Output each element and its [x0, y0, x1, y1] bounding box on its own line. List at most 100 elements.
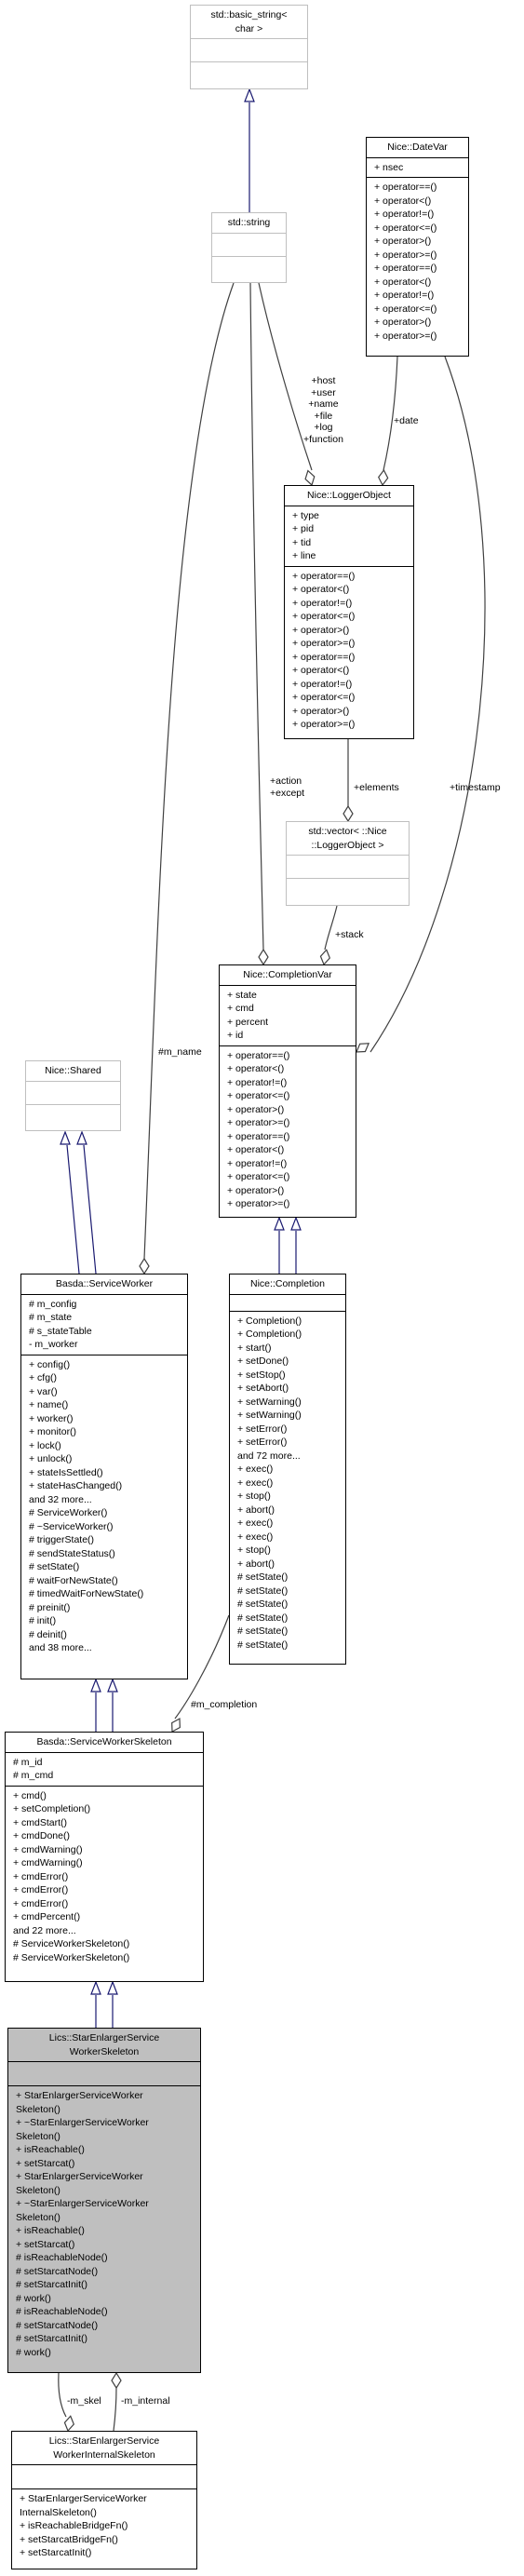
- class-basda-serviceworker[interactable]: Basda::ServiceWorker # m_config # m_state…: [20, 1274, 188, 1679]
- member[interactable]: # setState(): [237, 1639, 340, 1652]
- class-std-vector-loggerobject[interactable]: std::vector< ::Nice ::LoggerObject >: [286, 821, 410, 906]
- member[interactable]: + id: [227, 1029, 350, 1043]
- member[interactable]: # m_cmd: [13, 1769, 197, 1783]
- member[interactable]: + monitor(): [29, 1425, 181, 1439]
- member[interactable]: + stop(): [237, 1490, 340, 1504]
- member[interactable]: # ServiceWorkerSkeleton(): [13, 1951, 197, 1965]
- member[interactable]: + StarEnlargerServiceWorker: [16, 2170, 195, 2184]
- member[interactable]: + start(): [237, 1342, 340, 1355]
- member[interactable]: + operator>=(): [374, 330, 463, 344]
- member[interactable]: # m_state: [29, 1311, 181, 1325]
- class-nice-completionvar[interactable]: Nice::CompletionVar + state + cmd + percen…: [219, 964, 356, 1218]
- member[interactable]: + name(): [29, 1398, 181, 1412]
- member[interactable]: + Completion(): [237, 1315, 340, 1328]
- member[interactable]: # waitForNewState(): [29, 1574, 181, 1588]
- member[interactable]: + operator<=(): [374, 303, 463, 317]
- member[interactable]: + operator>(): [227, 1184, 350, 1198]
- member[interactable]: + operator<(): [374, 195, 463, 209]
- member[interactable]: # sendStateStatus(): [29, 1547, 181, 1561]
- member[interactable]: + operator!=(): [374, 289, 463, 303]
- member[interactable]: + config(): [29, 1358, 181, 1372]
- class-nice-shared[interactable]: Nice::Shared: [25, 1060, 121, 1131]
- class-std-basic-string[interactable]: std::basic_string< char >: [190, 5, 308, 89]
- member[interactable]: + operator<=(): [292, 610, 408, 624]
- member[interactable]: + operator<(): [292, 583, 408, 597]
- member[interactable]: + setStarcat(): [16, 2238, 195, 2252]
- member[interactable]: + operator>=(): [374, 249, 463, 263]
- member[interactable]: # timedWaitForNewState(): [29, 1587, 181, 1601]
- member[interactable]: + operator>=(): [292, 637, 408, 651]
- member[interactable]: + isReachable(): [16, 2143, 195, 2157]
- member[interactable]: + setError(): [237, 1436, 340, 1450]
- member[interactable]: # setState(): [29, 1560, 181, 1574]
- member[interactable]: + tid: [292, 536, 408, 550]
- member[interactable]: # ServiceWorker(): [29, 1506, 181, 1520]
- member[interactable]: and 38 more...: [29, 1641, 181, 1655]
- member[interactable]: + cmdWarning(): [13, 1856, 197, 1870]
- member[interactable]: + abort(): [237, 1504, 340, 1517]
- member[interactable]: + exec(): [237, 1517, 340, 1531]
- member[interactable]: + stop(): [237, 1544, 340, 1558]
- member[interactable]: # s_stateTable: [29, 1325, 181, 1339]
- class-nice-datevar[interactable]: Nice::DateVar + nsec + operator==() + ope…: [366, 137, 469, 357]
- member[interactable]: + lock(): [29, 1439, 181, 1453]
- member[interactable]: + operator<=(): [374, 222, 463, 236]
- member[interactable]: + operator<=(): [292, 691, 408, 705]
- member[interactable]: # preinit(): [29, 1601, 181, 1615]
- member[interactable]: + operator>(): [227, 1103, 350, 1117]
- member[interactable]: + stateIsSettled(): [29, 1466, 181, 1480]
- member[interactable]: + operator<=(): [227, 1089, 350, 1103]
- member[interactable]: + exec(): [237, 1531, 340, 1544]
- member[interactable]: # deinit(): [29, 1628, 181, 1642]
- member[interactable]: + operator<(): [292, 664, 408, 678]
- member[interactable]: # setState(): [237, 1585, 340, 1598]
- member[interactable]: # setState(): [237, 1612, 340, 1625]
- class-lics-starenlargerserviceworkerinternalskeleton[interactable]: Lics::StarEnlargerService WorkerInternal…: [11, 2431, 197, 2569]
- member[interactable]: # setState(): [237, 1571, 340, 1585]
- member[interactable]: + setDone(): [237, 1355, 340, 1369]
- member[interactable]: + isReachableBridgeFn(): [20, 2519, 191, 2533]
- member[interactable]: + operator==(): [292, 570, 408, 584]
- member[interactable]: + operator<(): [227, 1143, 350, 1157]
- member[interactable]: + state: [227, 989, 350, 1003]
- member[interactable]: # setStarcatInit(): [16, 2332, 195, 2346]
- member[interactable]: # setStarcatNode(): [16, 2319, 195, 2333]
- member[interactable]: + cmdError(): [13, 1870, 197, 1884]
- member[interactable]: # work(): [16, 2292, 195, 2306]
- member[interactable]: + operator<(): [227, 1062, 350, 1076]
- member[interactable]: + operator==(): [374, 262, 463, 276]
- member[interactable]: + operator>(): [374, 316, 463, 330]
- class-basda-serviceworkerskeleton[interactable]: Basda::ServiceWorkerSkeleton # m_id # m_c…: [5, 1732, 204, 1982]
- class-nice-loggerobject[interactable]: Nice::LoggerObject + type + pid + tid + lin…: [284, 485, 414, 739]
- member[interactable]: + operator<=(): [227, 1170, 350, 1184]
- member[interactable]: + operator>=(): [227, 1197, 350, 1211]
- member[interactable]: + setStop(): [237, 1369, 340, 1382]
- member[interactable]: + cmdWarning(): [13, 1843, 197, 1857]
- member[interactable]: + Completion(): [237, 1328, 340, 1342]
- member[interactable]: + cmdStart(): [13, 1816, 197, 1830]
- member[interactable]: # work(): [16, 2346, 195, 2360]
- member[interactable]: # setState(): [237, 1598, 340, 1612]
- class-lics-starenlargerserviceworkerskeleton[interactable]: Lics::StarEnlargerService WorkerSkeleton…: [7, 2028, 201, 2373]
- member[interactable]: + setWarning(): [237, 1396, 340, 1409]
- member[interactable]: + worker(): [29, 1412, 181, 1426]
- member[interactable]: + stateHasChanged(): [29, 1479, 181, 1493]
- member[interactable]: + ~StarEnlargerServiceWorker: [16, 2197, 195, 2211]
- member[interactable]: + setError(): [237, 1423, 340, 1436]
- member[interactable]: and 72 more...: [237, 1450, 340, 1463]
- member[interactable]: # triggerState(): [29, 1533, 181, 1547]
- member[interactable]: Skeleton(): [16, 2184, 195, 2198]
- member[interactable]: # ServiceWorkerSkeleton(): [13, 1937, 197, 1951]
- member[interactable]: + setStarcat(): [16, 2157, 195, 2171]
- member[interactable]: + setWarning(): [237, 1409, 340, 1423]
- member[interactable]: Skeleton(): [16, 2211, 195, 2225]
- member[interactable]: + cmdDone(): [13, 1829, 197, 1843]
- member[interactable]: Skeleton(): [16, 2103, 195, 2117]
- member[interactable]: # m_id: [13, 1756, 197, 1770]
- member[interactable]: and 22 more...: [13, 1924, 197, 1938]
- member[interactable]: + cmdError(): [13, 1883, 197, 1897]
- member[interactable]: + cmd: [227, 1002, 350, 1016]
- member[interactable]: + setCompletion(): [13, 1802, 197, 1816]
- member[interactable]: + operator<(): [374, 276, 463, 290]
- member[interactable]: + percent: [227, 1016, 350, 1030]
